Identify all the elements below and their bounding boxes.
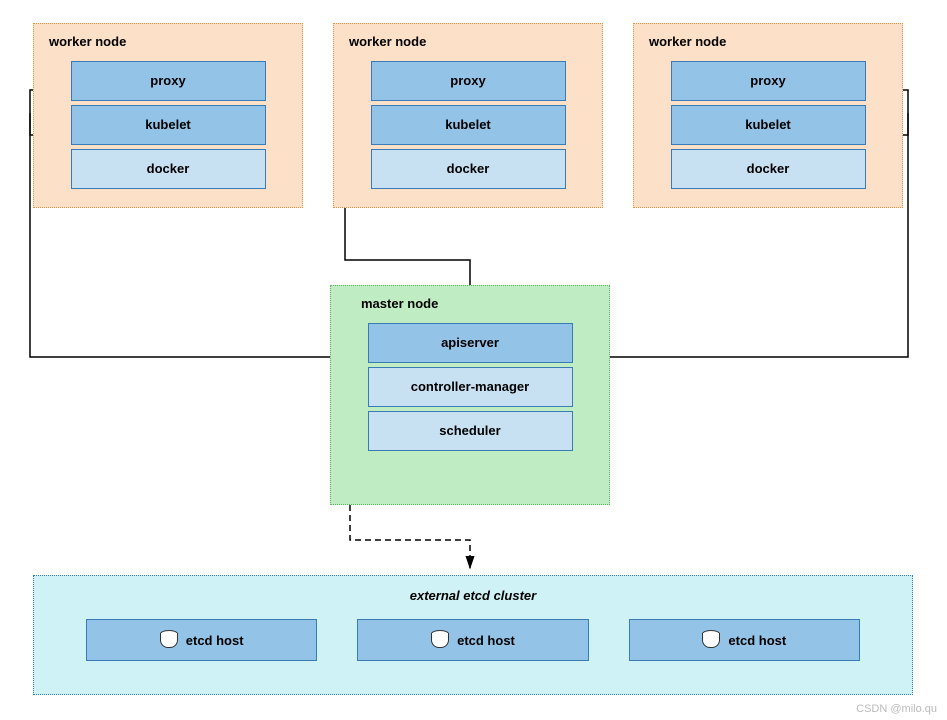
proxy-box: proxy <box>371 61 566 101</box>
worker-node-2: worker node proxy kubelet docker <box>333 23 603 208</box>
database-icon <box>431 630 447 650</box>
worker-stack: proxy kubelet docker <box>371 61 566 189</box>
etcd-host-1: etcd host <box>86 619 317 661</box>
proxy-box: proxy <box>71 61 266 101</box>
kubelet-box: kubelet <box>671 105 866 145</box>
docker-box: docker <box>371 149 566 189</box>
database-icon <box>702 630 718 650</box>
etcd-host-label: etcd host <box>728 633 786 648</box>
worker-node-title: worker node <box>49 34 292 49</box>
worker-stack: proxy kubelet docker <box>671 61 866 189</box>
watermark: CSDN @milo.qu <box>856 703 937 715</box>
master-node-title: master node <box>361 296 599 311</box>
worker-node-title: worker node <box>649 34 892 49</box>
apiserver-box: apiserver <box>368 323 573 363</box>
proxy-box: proxy <box>671 61 866 101</box>
scheduler-box: scheduler <box>368 411 573 451</box>
etcd-cluster-title: external etcd cluster <box>46 588 900 603</box>
worker-stack: proxy kubelet docker <box>71 61 266 189</box>
worker-node-title: worker node <box>349 34 592 49</box>
kubelet-box: kubelet <box>371 105 566 145</box>
etcd-host-label: etcd host <box>186 633 244 648</box>
master-node: master node apiserver controller-manager… <box>330 285 610 505</box>
worker-node-3: worker node proxy kubelet docker <box>633 23 903 208</box>
etcd-hosts-row: etcd host etcd host etcd host <box>46 619 900 661</box>
diagram-canvas: worker node proxy kubelet docker worker … <box>0 0 947 720</box>
docker-box: docker <box>671 149 866 189</box>
docker-box: docker <box>71 149 266 189</box>
etcd-host-label: etcd host <box>457 633 515 648</box>
worker-node-1: worker node proxy kubelet docker <box>33 23 303 208</box>
etcd-host-2: etcd host <box>357 619 588 661</box>
controller-manager-box: controller-manager <box>368 367 573 407</box>
etcd-host-3: etcd host <box>629 619 860 661</box>
master-stack: apiserver controller-manager scheduler <box>368 323 573 451</box>
etcd-cluster: external etcd cluster etcd host etcd hos… <box>33 575 913 695</box>
kubelet-box: kubelet <box>71 105 266 145</box>
database-icon <box>160 630 176 650</box>
